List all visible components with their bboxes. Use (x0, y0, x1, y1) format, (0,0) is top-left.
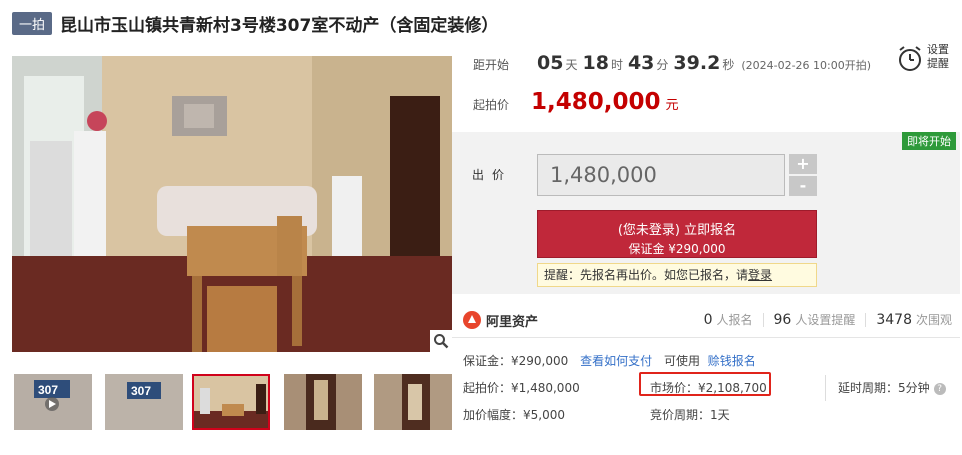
how-to-pay-link[interactable]: 查看如何支付 (580, 354, 652, 368)
thumbnail-1[interactable]: 307 (14, 374, 92, 430)
start-price-row: 起拍价 1,480,000 元 (473, 89, 679, 115)
countdown-minutes: 43 (627, 52, 655, 74)
signup-button-label: (您未登录) 立即报名 (617, 223, 737, 238)
thumbnail-strip: 307 307 (12, 374, 452, 430)
notice-text: 提醒：先报名再出价。如您已报名，请 (544, 268, 749, 282)
usable-prefix: 可使用 (663, 354, 700, 368)
thumbnail-5[interactable] (374, 374, 452, 430)
deposit-row: 保证金：¥290,000 查看如何支付 可使用 赊钱报名 (463, 352, 756, 369)
deposit-info: 保证金：¥290,000 (463, 354, 569, 368)
auction-page: 一拍 昆山市玉山镇共青新村3号楼307室不动产（含固定装修） 307 307 距… (0, 0, 962, 455)
bid-amount-input[interactable]: 1,480,000 (537, 154, 785, 196)
countdown-hours-unit: 时 (610, 58, 623, 72)
countdown-label: 距开始 (473, 58, 510, 72)
decrease-bid-button[interactable]: - (789, 176, 817, 196)
set-reminder-button[interactable]: 设置 提醒 (895, 42, 955, 78)
stats-row: 阿里资产 0 人报名 96 人设置提醒 3478 次围观 (452, 300, 960, 338)
reminder-label-line1: 设置 (927, 43, 949, 56)
thumbnail-2[interactable]: 307 (105, 374, 183, 430)
start-price-label: 起拍价 (473, 98, 510, 112)
divider (762, 312, 764, 327)
divider (825, 375, 826, 401)
room-photo (374, 374, 452, 430)
door-plate-photo: 307 (105, 374, 183, 430)
ali-assets-icon (463, 311, 481, 329)
countdown-minutes-unit: 分 (656, 58, 669, 72)
countdown-days-unit: 天 (565, 58, 578, 72)
reminder-label-line2: 提醒 (927, 57, 949, 70)
help-icon[interactable]: ? (933, 382, 946, 395)
market-price-info: 市场价：¥2,108,700 (650, 381, 767, 395)
room-photo (284, 374, 362, 430)
login-notice: 提醒：先报名再出价。如您已报名，请登录 (537, 263, 817, 287)
magnifier-icon (434, 334, 449, 349)
alarm-clock-icon (899, 46, 921, 71)
credit-signup-link[interactable]: 赊钱报名 (708, 354, 756, 368)
countdown: 距开始 05 天 18 时 43 分 39.2 秒 (2024-02-26 10… (473, 52, 871, 74)
countdown-seconds-unit: 秒 (722, 58, 735, 72)
auction-round-badge: 一拍 (12, 11, 53, 35)
ali-assets-logo[interactable]: 阿里资产 (462, 310, 538, 330)
view-count-label: 次围观 (915, 313, 952, 327)
increase-bid-button[interactable]: + (789, 154, 817, 174)
thumbnail-2-label: 307 (131, 384, 151, 398)
reminder-count: 96 (773, 312, 792, 328)
title-row: 一拍 昆山市玉山镇共青新村3号楼307室不动产（含固定装修） (12, 10, 498, 36)
door-plate-photo: 307 (14, 374, 92, 430)
divider (865, 312, 867, 327)
ali-assets-label: 阿里资产 (486, 314, 539, 330)
bid-label: 出价 (472, 168, 513, 182)
status-badge: 即将开始 (902, 132, 956, 150)
signup-count-label: 人报名 (716, 313, 753, 327)
living-room-thumb (194, 376, 268, 428)
signup-deposit-label: 保证金 ¥290,000 (628, 242, 726, 256)
thumbnail-3[interactable] (192, 374, 270, 430)
bid-period-info: 竞价周期：1天 (650, 408, 730, 422)
countdown-hours: 18 (582, 52, 609, 74)
auction-summary: 距开始 05 天 18 时 43 分 39.2 秒 (2024-02-26 10… (455, 42, 962, 132)
thumbnail-4[interactable] (284, 374, 362, 430)
reminder-label: 设置 提醒 (927, 43, 949, 71)
page-title: 昆山市玉山镇共青新村3号楼307室不动产（含固定装修） (60, 15, 499, 36)
thumbnail-1-label: 307 (38, 383, 58, 397)
countdown-seconds: 39.2 (673, 52, 721, 74)
bid-stepper: + - (789, 154, 817, 196)
start-price-value: 1,480,000 (531, 89, 661, 115)
stats-counters: 0 人报名 96 人设置提醒 3478 次围观 (704, 311, 952, 328)
delay-period-info: 延时周期：5分钟? (838, 379, 946, 396)
delay-period-text: 延时周期：5分钟 (838, 381, 930, 395)
countdown-days: 05 (537, 52, 564, 74)
main-photo[interactable] (12, 56, 452, 352)
start-price-unit: 元 (665, 98, 679, 113)
signup-count: 0 (703, 312, 713, 328)
zoom-button[interactable] (430, 330, 452, 352)
bid-panel: 即将开始 出价 1,480,000 + - (您未登录) 立即报名 保证金 ¥2… (452, 132, 960, 294)
increment-info: 加价幅度：¥5,000 (463, 408, 565, 422)
view-count: 3478 (876, 312, 912, 328)
reminder-count-label: 人设置提醒 (795, 313, 856, 327)
login-link[interactable]: 登录 (748, 268, 772, 282)
start-price-info: 起拍价：¥1,480,000 (463, 381, 580, 395)
start-time-note: (2024-02-26 10:00开拍) (741, 59, 872, 72)
living-room-photo (12, 56, 452, 352)
signup-button[interactable]: (您未登录) 立即报名 保证金 ¥290,000 (537, 210, 817, 258)
